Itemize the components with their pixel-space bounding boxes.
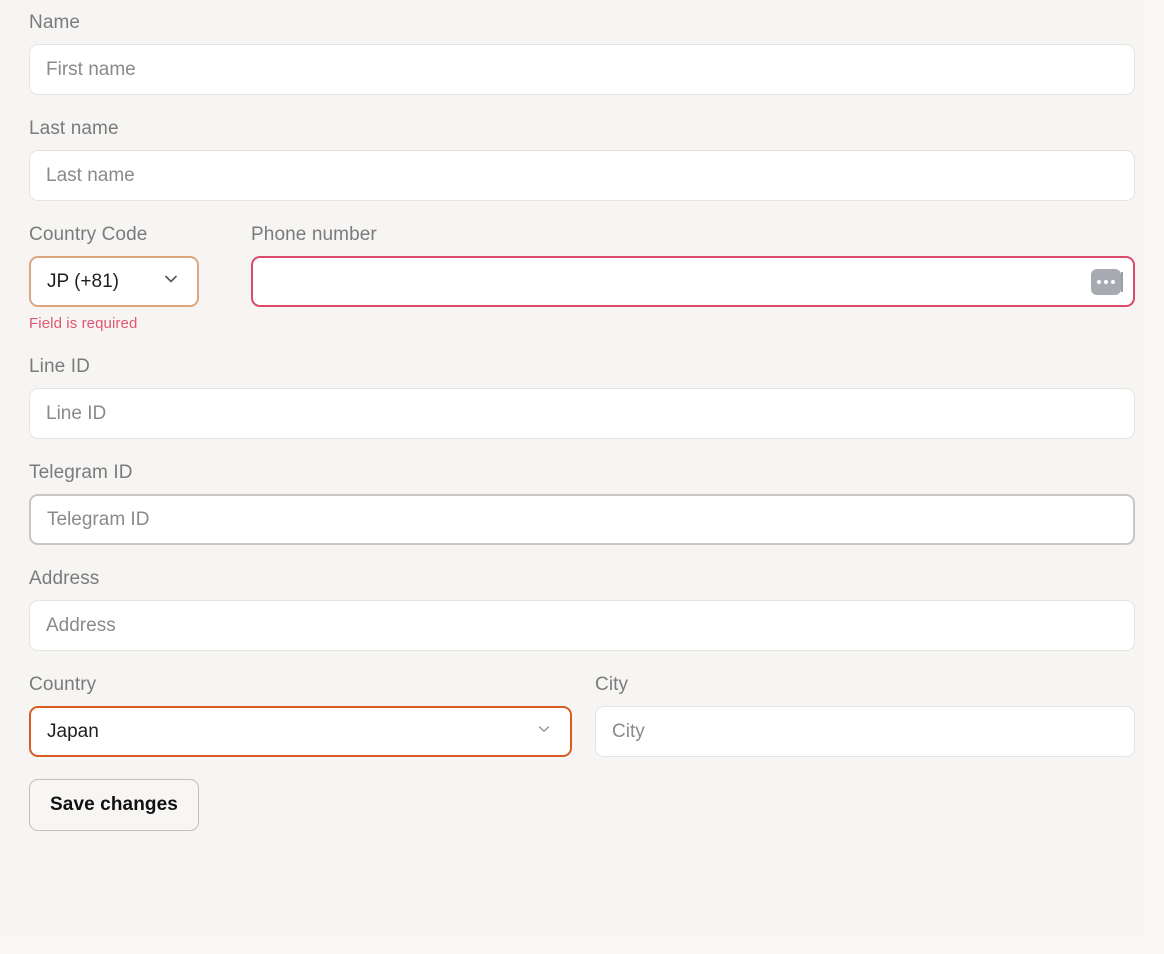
save-changes-button[interactable]: Save changes (29, 779, 199, 831)
label-country: Country (29, 674, 97, 695)
field-city: City (595, 673, 1135, 757)
phone-row: Country Code JP (+81) Field is required (29, 223, 1135, 333)
label-last-name: Last name (29, 118, 119, 139)
field-name: Name (29, 11, 1135, 95)
country-value: Japan (47, 720, 99, 742)
field-phone-row: Country Code JP (+81) Field is required (29, 223, 1135, 333)
text-caret (1121, 271, 1123, 292)
country-code-value: JP (+81) (47, 270, 119, 292)
chevron-down-icon (534, 719, 554, 744)
chevron-down-icon (161, 269, 181, 294)
label-line-id: Line ID (29, 356, 90, 377)
field-country-code: Country Code JP (+81) Field is required (29, 223, 199, 333)
country-code-select[interactable]: JP (+81) (29, 256, 199, 307)
field-location-row: Country Japan City (29, 673, 1135, 757)
label-country-code: Country Code (29, 224, 148, 245)
label-address: Address (29, 568, 100, 589)
label-name: Name (29, 12, 81, 33)
location-row: Country Japan City (29, 673, 1135, 757)
field-address: Address (29, 567, 1135, 651)
last-name-input[interactable] (29, 150, 1135, 201)
city-input[interactable] (595, 706, 1135, 757)
phone-number-input[interactable] (251, 256, 1135, 307)
country-select[interactable]: Japan (29, 706, 572, 757)
page-root: Name Last name Country Code JP (+81) (0, 0, 1164, 954)
line-id-input[interactable] (29, 388, 1135, 439)
first-name-input[interactable] (29, 44, 1135, 95)
form-actions: Save changes (29, 779, 1135, 831)
country-code-error: Field is required (29, 315, 138, 332)
label-phone-number: Phone number (251, 224, 377, 245)
phone-input-wrapper (251, 256, 1135, 307)
profile-form-card: Name Last name Country Code JP (+81) (0, 0, 1144, 936)
telegram-id-input[interactable] (29, 494, 1135, 545)
label-city: City (595, 674, 629, 695)
label-telegram-id: Telegram ID (29, 462, 133, 483)
field-line-id: Line ID (29, 355, 1135, 439)
address-input[interactable] (29, 600, 1135, 651)
field-last-name: Last name (29, 117, 1135, 201)
password-manager-icon[interactable] (1091, 268, 1121, 295)
field-country: Country Japan (29, 673, 572, 757)
profile-form: Name Last name Country Code JP (+81) (29, 11, 1135, 831)
field-telegram-id: Telegram ID (29, 461, 1135, 545)
field-phone-number: Phone number (251, 223, 1135, 307)
